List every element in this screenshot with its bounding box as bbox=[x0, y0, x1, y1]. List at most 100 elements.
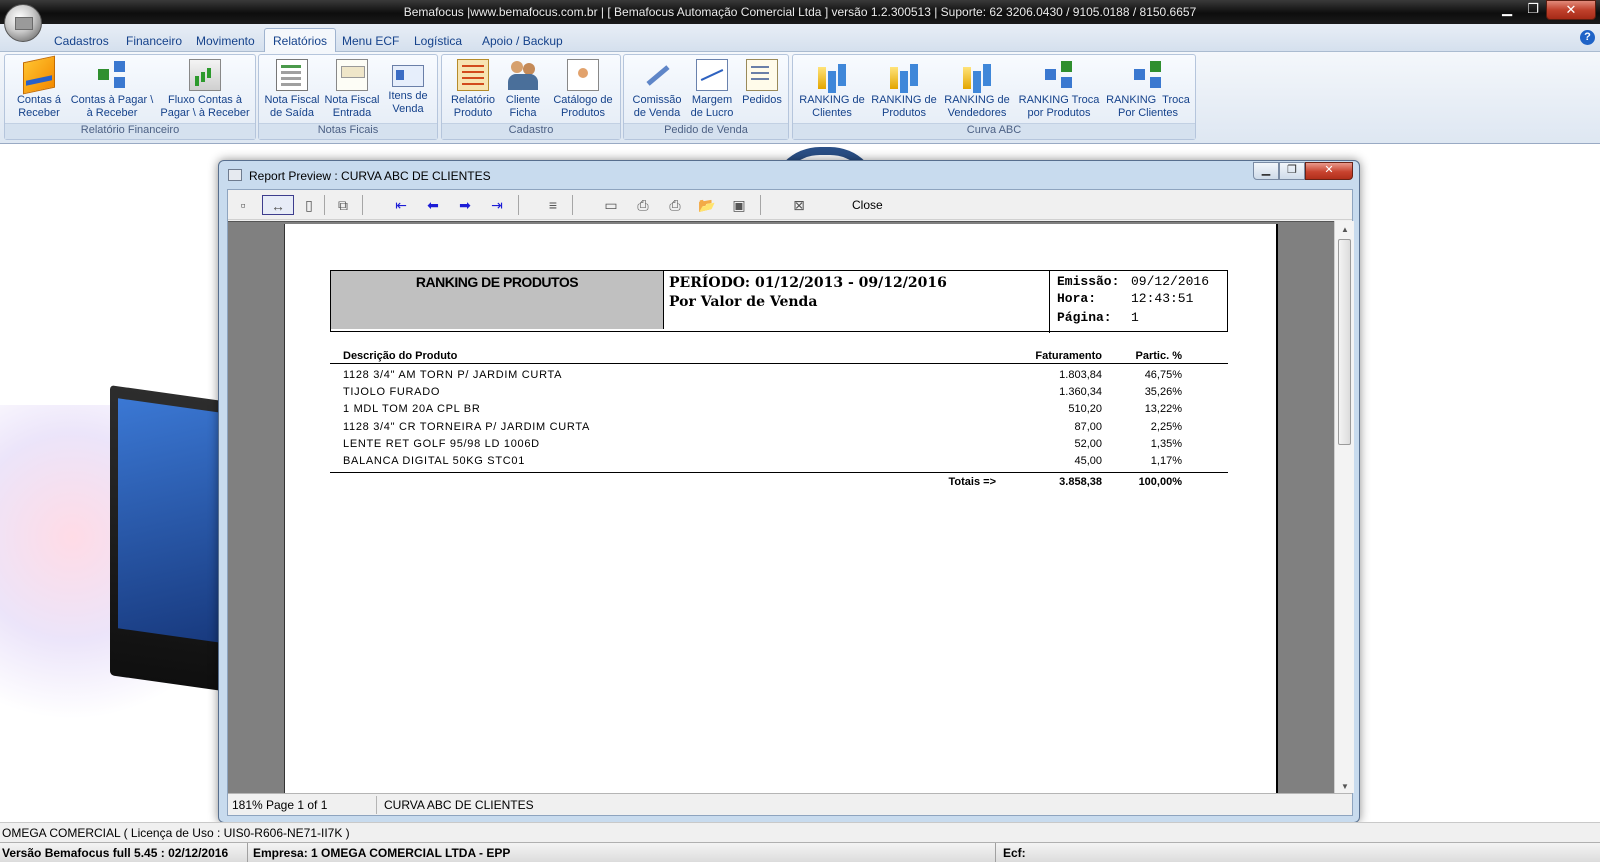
column-participacao: Partic. % bbox=[1135, 350, 1182, 362]
relatorio-produto-button[interactable]: Relatório Produto bbox=[446, 59, 500, 123]
scroll-up-icon[interactable]: ▲ bbox=[1341, 225, 1349, 234]
catalogo-produtos-button[interactable]: Catálogo de Produtos bbox=[548, 59, 618, 123]
margem-lucro-label: Margem de Lucro bbox=[690, 94, 734, 119]
ranking-troca-produtos-button[interactable]: RANKING Troca por Produtos bbox=[1017, 59, 1101, 123]
save-icon[interactable]: ▣ bbox=[728, 195, 750, 215]
vertical-scrollbar[interactable]: ▲ ▼ bbox=[1334, 221, 1354, 793]
report-window-body: ▫ ↔ ▯ ⧉ ⇤ ⬅ ➡ ⇥ ≡ ▭ ⎙ ⎙ 📂 ▣ ⊠ Close RANK… bbox=[227, 189, 1354, 816]
nota-fiscal-entrada-button[interactable]: Nota Fiscal Entrada bbox=[323, 59, 381, 123]
ranking-clientes-button[interactable]: RANKING de Clientes bbox=[797, 59, 867, 123]
tab-apoio-backup[interactable]: Apoio / Backup bbox=[474, 30, 571, 52]
tab-relatorios[interactable]: Relatórios bbox=[264, 28, 337, 53]
meta-pagina: 1 bbox=[1131, 310, 1139, 325]
open-folder-icon[interactable]: 📂 bbox=[696, 195, 718, 215]
page-setup-icon[interactable]: ▭ bbox=[600, 195, 622, 215]
help-icon[interactable]: ? bbox=[1580, 30, 1595, 45]
report-page: RANKING DE PRODUTOS PERÍODO: 01/12/2013 … bbox=[284, 224, 1278, 793]
table-row: TIJOLO FURADO 1.360,34 35,26% bbox=[330, 385, 1228, 402]
license-text: OMEGA COMERCIAL ( Licença de Uso : UIS0-… bbox=[2, 826, 350, 840]
ribbon-group-cadastro: Relatório Produto Cliente Ficha Catálogo… bbox=[441, 54, 621, 140]
app-status-bar: Versão Bemafocus full 5.45 : 02/12/2016 … bbox=[0, 842, 1600, 862]
previous-page-icon[interactable]: ⬅ bbox=[422, 195, 444, 215]
tab-cadastros[interactable]: Cadastros bbox=[46, 30, 117, 52]
tab-financeiro[interactable]: Financeiro bbox=[118, 30, 190, 52]
next-page-icon[interactable]: ➡ bbox=[454, 195, 476, 215]
preview-area: RANKING DE PRODUTOS PERÍODO: 01/12/2013 … bbox=[228, 221, 1334, 793]
cliente-ficha-button[interactable]: Cliente Ficha bbox=[500, 59, 546, 123]
report-window-icon bbox=[228, 169, 242, 181]
credit-card-icon bbox=[23, 55, 55, 95]
first-page-icon[interactable]: ⇤ bbox=[390, 195, 412, 215]
totals-faturamento: 3.858,38 bbox=[1059, 476, 1102, 488]
minimize-button[interactable]: ▁ bbox=[1494, 0, 1520, 20]
clipboard-icon bbox=[457, 59, 489, 91]
report-totals: Totais => 3.858,38 100,00% bbox=[330, 472, 1228, 490]
ranking-troca-clientes-label: RANKING Troca Por Clientes bbox=[1106, 94, 1190, 119]
table-row: BALANCA DIGITAL 50KG STC01 45,00 1,17% bbox=[330, 454, 1228, 471]
report-meta: Emissão: 09/12/2016 Hora: 12:43:51 Página:… bbox=[1049, 271, 1227, 333]
maximize-button[interactable]: ❐ bbox=[1520, 0, 1546, 20]
app-logo-icon bbox=[15, 17, 33, 30]
goto-page-icon[interactable]: ≡ bbox=[542, 195, 564, 215]
order-icon bbox=[746, 59, 778, 91]
ribbon-group-curva-abc: RANKING de Clientes RANKING de Produtos … bbox=[792, 54, 1196, 140]
close-report-button[interactable]: Close bbox=[852, 198, 883, 212]
whole-page-icon[interactable]: ▫ bbox=[232, 195, 254, 215]
ribbon-group-label: Relatório Financeiro bbox=[5, 123, 255, 139]
status-divider bbox=[247, 843, 248, 862]
contas-receber-button[interactable]: Contas á Receber bbox=[9, 55, 69, 123]
report-close-window-button[interactable]: ✕ bbox=[1305, 162, 1353, 180]
contas-pagar-receber-button[interactable]: Contas à Pagar \ à Receber bbox=[69, 59, 155, 123]
pedidos-button[interactable]: Pedidos bbox=[740, 59, 784, 123]
ranking-vendedores-button[interactable]: RANKING de Vendedores bbox=[941, 59, 1013, 123]
row-participacao: 1,35% bbox=[1150, 437, 1182, 450]
row-participacao: 13,22% bbox=[1144, 403, 1182, 416]
row-description: BALANCA DIGITAL 50KG STC01 bbox=[343, 454, 526, 467]
fluxo-contas-button[interactable]: Fluxo Contas à Pagar \ à Receber bbox=[159, 59, 251, 123]
people-icon bbox=[507, 59, 539, 91]
ranking-produtos-label: RANKING de Produtos bbox=[871, 94, 937, 119]
print-icon[interactable]: ⎙ bbox=[664, 195, 686, 215]
ranking-troca-clientes-button[interactable]: RANKING Troca Por Clientes bbox=[1105, 59, 1191, 123]
scroll-thumb[interactable] bbox=[1338, 239, 1351, 445]
close-button[interactable]: ✕ bbox=[1546, 0, 1596, 20]
last-page-icon[interactable]: ⇥ bbox=[486, 195, 508, 215]
report-window-title: Report Preview : CURVA ABC DE CLIENTES bbox=[249, 169, 491, 183]
ranking-produtos-button[interactable]: RANKING de Produtos bbox=[869, 59, 939, 123]
multi-page-icon[interactable]: ⧉ bbox=[332, 195, 354, 215]
meta-key: Hora: bbox=[1057, 291, 1097, 306]
full-page-icon[interactable]: ▯ bbox=[298, 195, 320, 215]
tab-logistica[interactable]: Logística bbox=[406, 30, 470, 52]
row-description: 1 MDL TOM 20A CPL BR bbox=[343, 403, 481, 416]
comissao-venda-button[interactable]: Comissão de Venda bbox=[630, 59, 684, 123]
page-width-icon[interactable]: ↔ bbox=[262, 195, 294, 215]
report-maximize-button[interactable]: ❐ bbox=[1279, 162, 1305, 180]
row-participacao: 46,75% bbox=[1144, 369, 1182, 381]
contas-pagar-receber-label: Contas à Pagar \ à Receber bbox=[70, 94, 154, 119]
scroll-down-icon[interactable]: ▼ bbox=[1341, 782, 1349, 791]
pen-icon bbox=[641, 59, 673, 91]
report-minimize-button[interactable]: ▁ bbox=[1253, 162, 1279, 180]
itens-venda-button[interactable]: Itens de Venda bbox=[383, 59, 433, 123]
meta-key: Página: bbox=[1057, 310, 1112, 325]
pedidos-label: Pedidos bbox=[742, 94, 782, 106]
export-icon[interactable]: ⊠ bbox=[788, 195, 810, 215]
nota-fiscal-saida-button[interactable]: Nota Fiscal de Saída bbox=[263, 59, 321, 123]
app-menu-orb[interactable] bbox=[4, 4, 42, 42]
period-line: PERÍODO: 01/12/2013 - 09/12/2016 bbox=[669, 275, 947, 291]
report-window-title-bar: Report Preview : CURVA ABC DE CLIENTES ▁… bbox=[219, 161, 1359, 189]
id-card-icon bbox=[392, 65, 424, 87]
tab-menu-ecf[interactable]: Menu ECF bbox=[334, 30, 407, 52]
status-divider bbox=[995, 843, 996, 862]
printer-setup-icon[interactable]: ⎙ bbox=[632, 195, 654, 215]
nota-fiscal-entrada-label: Nota Fiscal Entrada bbox=[324, 94, 380, 119]
zoom-level: 181% bbox=[232, 798, 263, 812]
ranking-troca-produtos-label: RANKING Troca por Produtos bbox=[1018, 94, 1100, 119]
ribbon-group-label: Curva ABC bbox=[793, 123, 1195, 139]
row-description: 1128 3/4" AM TORN P/ JARDIM CURTA bbox=[343, 369, 563, 381]
report-status-bar: 181% Page 1 of 1 CURVA ABC DE CLIENTES bbox=[228, 793, 1352, 815]
margem-lucro-button[interactable]: Margem de Lucro bbox=[686, 59, 738, 123]
tab-movimento[interactable]: Movimento bbox=[188, 30, 263, 52]
chart-up-icon bbox=[189, 59, 221, 91]
close-report-label: Close bbox=[852, 198, 883, 212]
